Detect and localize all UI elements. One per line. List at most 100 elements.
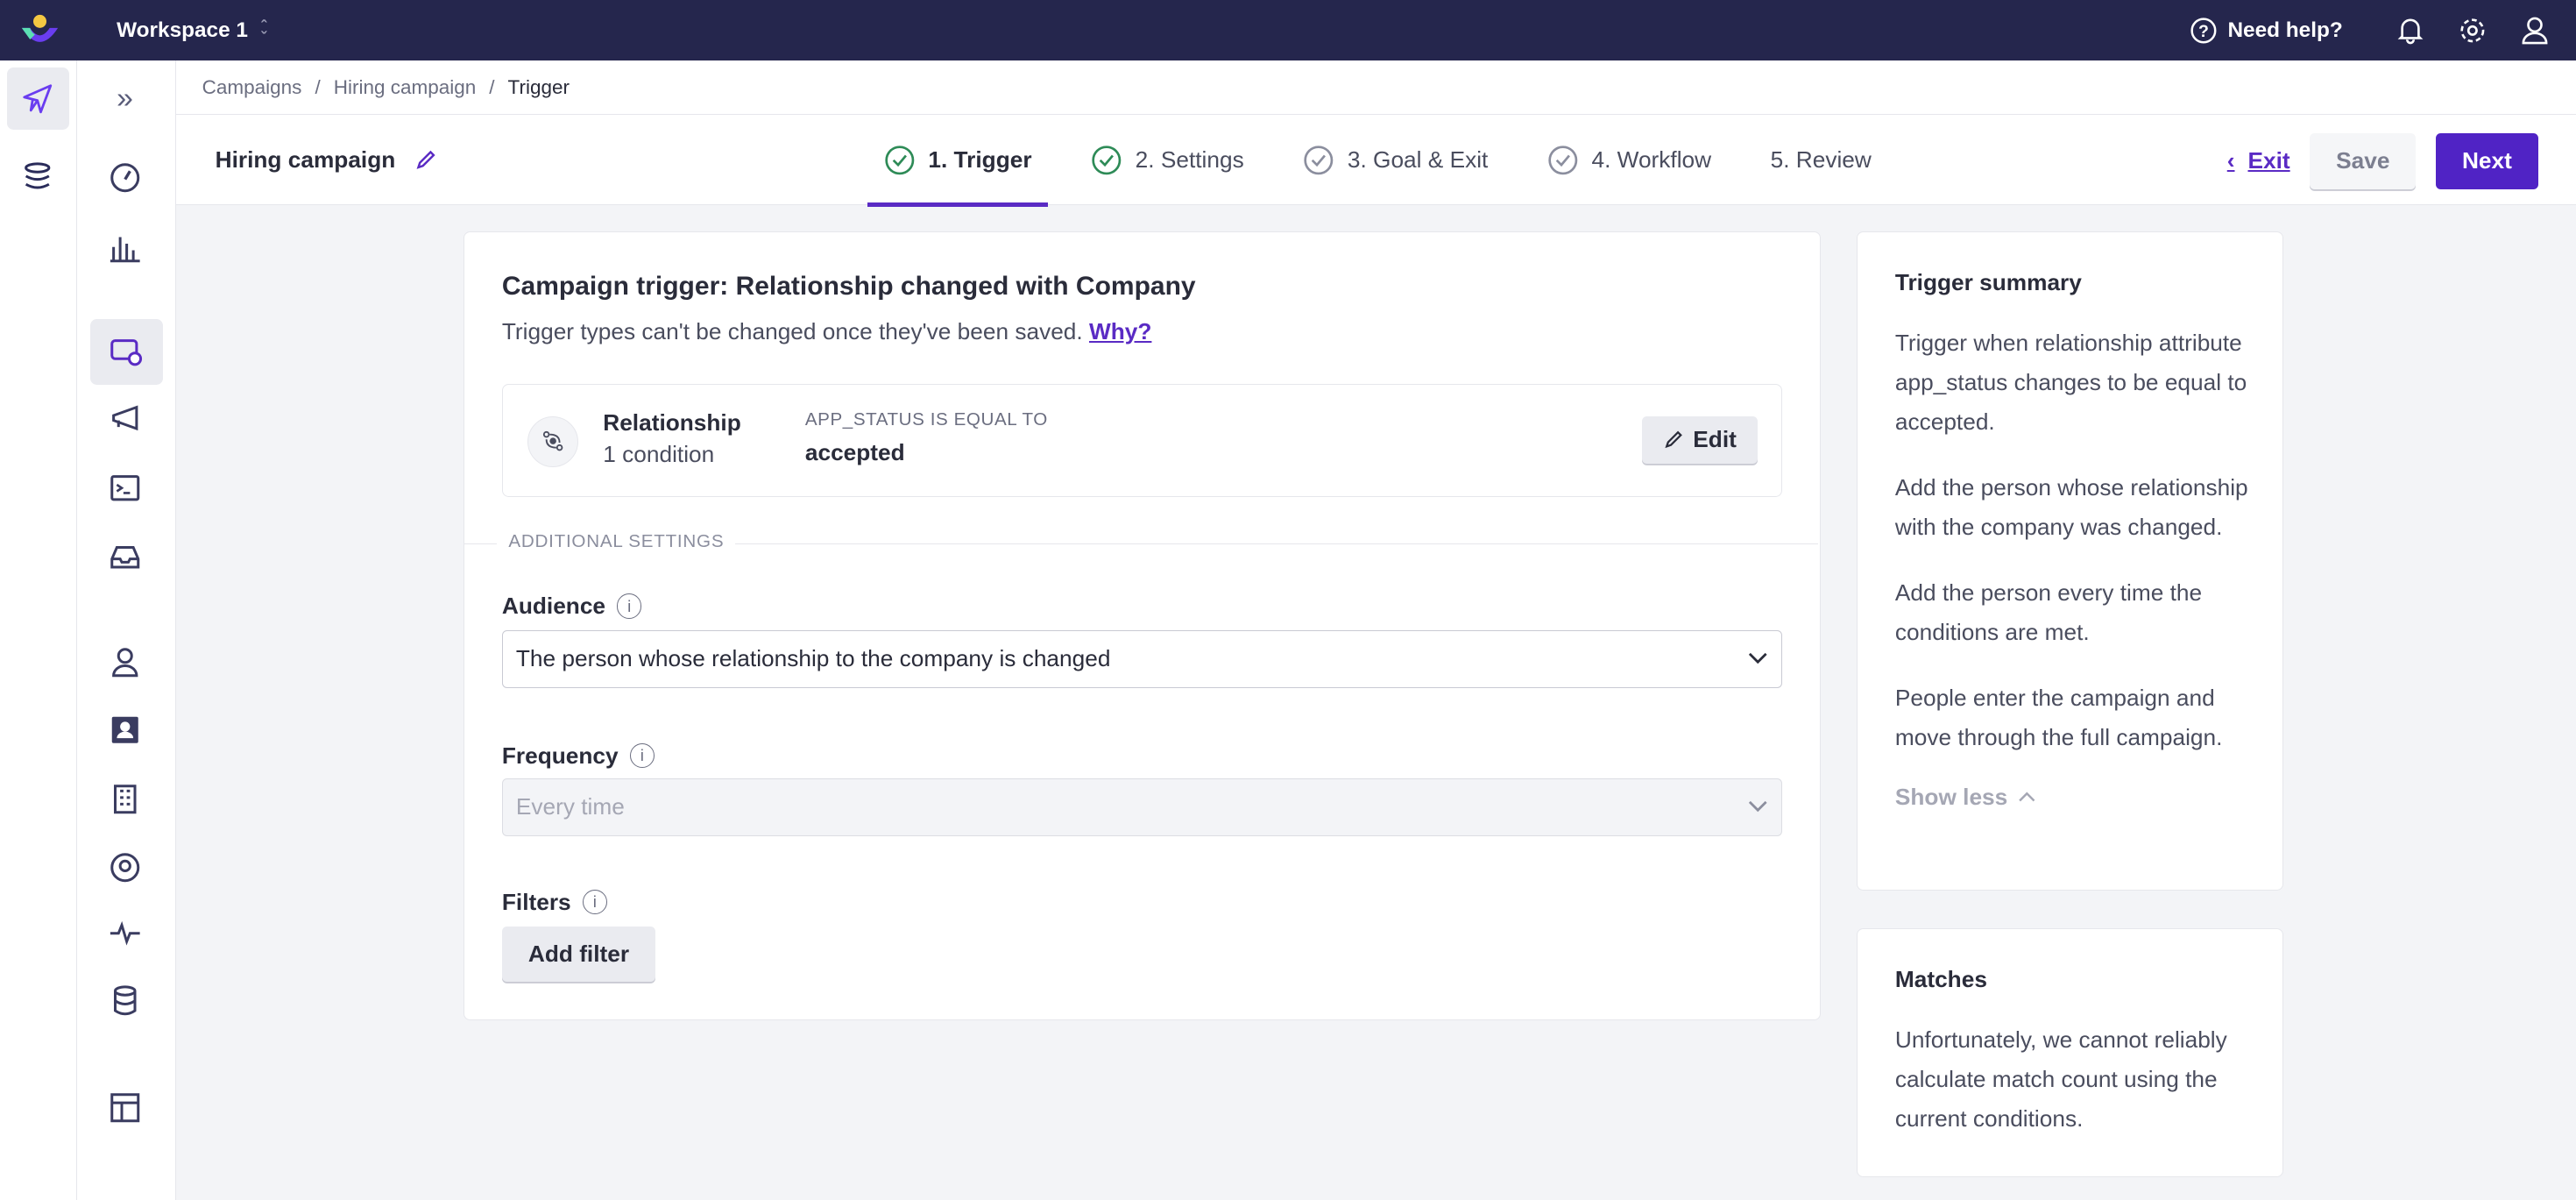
why-link[interactable]: Why? (1089, 318, 1151, 344)
frequency-label: Frequency i (502, 742, 655, 770)
exit-label: Exit (2247, 147, 2290, 174)
relationship-icon (527, 415, 579, 467)
settings-button[interactable] (2441, 16, 2503, 46)
matches-card: Matches Unfortunately, we cannot reliabl… (1856, 928, 2284, 1177)
step-tab-5[interactable]: 5. Review (1754, 115, 1888, 205)
workspace-name: Workspace 1 (117, 18, 248, 42)
edit-trigger-button[interactable]: Edit (1642, 415, 1759, 464)
rail-campaigns[interactable] (6, 67, 69, 131)
help-circle-icon: ? (2190, 18, 2217, 44)
nav-broadcasts[interactable] (94, 388, 156, 451)
profile-button[interactable] (2504, 17, 2566, 45)
primary-rail (0, 60, 78, 1200)
top-bar: Workspace 1 ˆˇ ? Need help? (0, 0, 2576, 61)
step-tab-3[interactable]: 3. Goal & Exit (1286, 115, 1504, 205)
nav-analytics[interactable] (94, 216, 156, 278)
person-icon (111, 648, 138, 678)
audience-label: Audience i (502, 593, 642, 620)
condition-count: 1 condition (603, 440, 715, 467)
notifications-button[interactable] (2379, 17, 2441, 45)
exit-link[interactable]: ‹ Exit (2227, 147, 2290, 174)
breadcrumb-hiring-campaign[interactable]: Hiring campaign (334, 76, 477, 99)
chevron-up-down-icon: ˆˇ (260, 16, 267, 46)
condition-value: accepted (804, 438, 905, 465)
step-label: 5. Review (1770, 146, 1872, 174)
info-icon[interactable]: i (617, 593, 642, 619)
layers-icon (25, 162, 51, 189)
additional-settings-divider: ADDITIONAL SETTINGS (464, 530, 1818, 552)
step-tab-1[interactable]: 1. Trigger (867, 115, 1049, 208)
summary-text: Add the person whose relationship with t… (1894, 473, 2248, 540)
nav-companies[interactable] (94, 768, 156, 830)
chevron-left-icon: ‹ (2226, 147, 2235, 174)
next-button[interactable]: Next (2435, 132, 2538, 189)
nav-content[interactable] (94, 1076, 156, 1139)
nav-activity[interactable] (94, 902, 156, 964)
check-circle-icon (885, 146, 915, 175)
pencil-icon[interactable] (415, 149, 436, 170)
summary-text: Add the person every time the conditions… (1894, 579, 2203, 645)
show-less-toggle[interactable]: Show less (1895, 784, 2260, 811)
condition-label: APP_STATUS IS EQUAL TO (804, 409, 1048, 430)
campaign-message-icon (110, 338, 142, 366)
step-label: 2. Settings (1135, 146, 1244, 174)
trigger-summary-card: Trigger summary Trigger when relationshi… (1856, 231, 2284, 891)
contact-card-icon (111, 716, 138, 743)
nav-profiles[interactable] (94, 699, 156, 761)
database-icon (113, 985, 137, 1016)
step-label: 3. Goal & Exit (1347, 146, 1489, 174)
expand-sidebar-button[interactable]: » (94, 67, 156, 130)
breadcrumb-campaigns[interactable]: Campaigns (202, 76, 302, 99)
user-icon (2522, 17, 2548, 45)
bell-icon (2397, 18, 2424, 45)
logo[interactable] (20, 13, 60, 53)
filters-label: Filters i (502, 889, 607, 916)
bar-chart-icon (110, 237, 140, 262)
chevron-down-icon (1748, 801, 1767, 813)
chevron-down-icon (1748, 653, 1767, 664)
chevron-up-icon (2018, 792, 2035, 802)
nav-segments[interactable] (94, 836, 156, 898)
layout-table-icon (110, 1093, 139, 1123)
check-circle-outline-icon (1304, 146, 1334, 175)
save-button[interactable]: Save (2310, 132, 2417, 189)
rail-layers[interactable] (7, 145, 69, 207)
add-filter-button[interactable]: Add filter (501, 926, 656, 983)
nav-transactional[interactable] (94, 457, 156, 519)
nav-data[interactable] (94, 969, 156, 1032)
pencil-icon (1664, 431, 1682, 449)
step-label: 1. Trigger (928, 146, 1032, 174)
gear-icon (2460, 18, 2485, 43)
step-tab-2[interactable]: 2. Settings (1074, 115, 1260, 205)
chevrons-right-icon: » (117, 82, 133, 115)
step-tab-4[interactable]: 4. Workflow (1531, 115, 1728, 205)
matches-text: Unfortunately, we cannot reliably calcul… (1894, 1026, 2227, 1132)
audience-select[interactable]: The person whose relationship to the com… (501, 630, 1782, 688)
nav-campaigns[interactable] (90, 318, 163, 385)
workspace-switcher[interactable]: Workspace 1 ˆˇ (117, 16, 267, 46)
breadcrumb: Campaigns / Hiring campaign / Trigger (175, 60, 2576, 116)
need-help-label: Need help? (2227, 18, 2343, 42)
building-icon (113, 784, 137, 813)
trigger-type: Relationship (603, 409, 741, 436)
trigger-condition-box: Relationship 1 condition APP_STATUS IS E… (501, 383, 1782, 498)
megaphone-icon (111, 405, 138, 431)
terminal-icon (110, 475, 139, 501)
trigger-subtitle: Trigger types can't be changed once they… (501, 317, 1152, 344)
nav-inbox[interactable] (94, 526, 156, 588)
secondary-rail: » (77, 60, 176, 1200)
check-circle-outline-icon (1548, 146, 1578, 175)
summary-text: People enter the campaign and move throu… (1894, 684, 2223, 750)
svg-text:?: ? (2198, 22, 2209, 41)
page-title: Hiring campaign (215, 146, 396, 173)
info-icon[interactable]: i (629, 743, 655, 769)
matches-title: Matches (1894, 965, 1987, 992)
campaign-header: Hiring campaign 1. Trigger 2. Settings 3. … (175, 115, 2576, 208)
gauge-icon (110, 163, 139, 192)
step-label: 4. Workflow (1591, 146, 1712, 174)
nav-people[interactable] (94, 631, 156, 693)
nav-dashboard[interactable] (94, 146, 156, 209)
need-help-button[interactable]: ? Need help? (2190, 17, 2343, 45)
summary-text: Trigger when relationship attribute app_… (1894, 329, 2247, 435)
info-icon[interactable]: i (582, 889, 607, 915)
